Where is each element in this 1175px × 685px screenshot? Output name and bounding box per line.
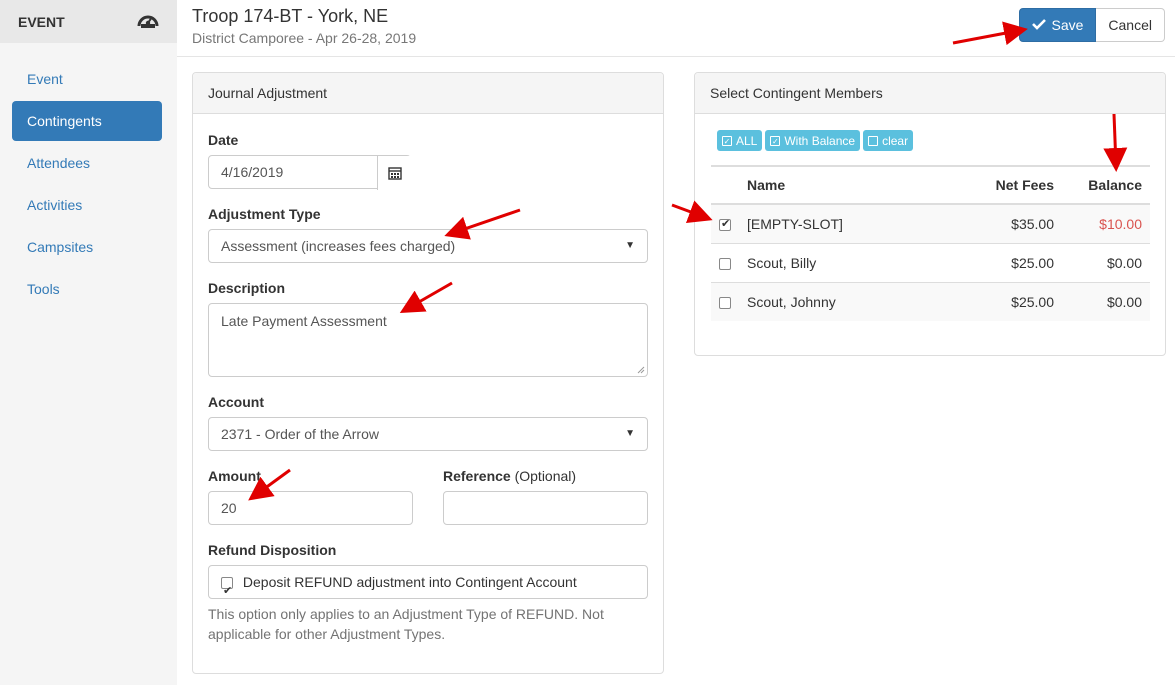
date-label: Date xyxy=(208,132,239,148)
amount-label: Amount xyxy=(208,468,261,484)
row-checkbox[interactable] xyxy=(719,217,731,232)
reference-input[interactable] xyxy=(443,491,648,525)
caret-down-icon: ▼ xyxy=(625,428,635,439)
reference-label-text: Reference xyxy=(443,468,511,484)
refund-checkbox-label: Deposit REFUND adjustment into Contingen… xyxy=(242,574,577,590)
caret-down-icon: ▼ xyxy=(625,240,635,251)
adjustment-type-value: Assessment (increases fees charged) xyxy=(221,238,456,254)
member-name: Scout, Billy xyxy=(739,242,934,282)
account-label: Account xyxy=(208,394,264,410)
selection-chips: ✓ ALL ✓ With Balance clear xyxy=(717,130,916,151)
page-title: Troop 174-BT - York, NE xyxy=(192,6,389,26)
sidebar-item-event[interactable]: Event xyxy=(12,59,162,99)
member-balance: $0.00 xyxy=(1062,242,1150,282)
page-header: Troop 174-BT - York, NE District Campore… xyxy=(177,0,1175,57)
description-value: Late Payment Assessment xyxy=(221,313,387,329)
select-all-chip[interactable]: ✓ ALL xyxy=(717,130,763,151)
balance-column-header[interactable]: Balance xyxy=(1062,165,1150,205)
dashboard-gauge-icon[interactable] xyxy=(137,11,159,32)
sidebar-nav: Event Contingents Attendees Activities C… xyxy=(0,43,177,309)
adjustment-type-select[interactable]: Assessment (increases fees charged) ▼ xyxy=(208,229,648,263)
table-row[interactable]: [EMPTY-SLOT] $35.00 $10.00 xyxy=(711,203,1150,243)
sidebar-item-attendees[interactable]: Attendees xyxy=(12,143,162,183)
journal-adjustment-heading: Journal Adjustment xyxy=(193,73,663,114)
journal-adjustment-panel: Journal Adjustment Date 4/16/2019 Adjust… xyxy=(192,72,664,674)
reference-optional-text: (Optional) xyxy=(514,468,577,484)
member-net-fees: $35.00 xyxy=(933,203,1062,243)
table-row[interactable]: Scout, Billy $25.00 $0.00 xyxy=(711,242,1150,282)
contingent-members-heading: Select Contingent Members xyxy=(695,73,1165,114)
table-row[interactable]: Scout, Johnny $25.00 $0.00 xyxy=(711,281,1150,321)
checkbox-empty-icon xyxy=(868,135,879,146)
date-input-group: 4/16/2019 xyxy=(208,155,411,190)
select-column-header xyxy=(711,165,739,205)
cancel-button[interactable]: Cancel xyxy=(1096,8,1165,42)
select-all-label: ALL xyxy=(736,133,758,148)
refund-disposition-label: Refund Disposition xyxy=(208,542,337,558)
refund-checkbox-row[interactable]: Deposit REFUND adjustment into Contingen… xyxy=(208,565,648,607)
save-button-label: Save xyxy=(1051,17,1084,33)
select-with-balance-label: With Balance xyxy=(784,133,856,148)
sidebar: EVENT Event Contingents Attendees Activi… xyxy=(0,0,177,685)
member-net-fees: $25.00 xyxy=(933,242,1062,282)
calendar-icon[interactable] xyxy=(377,156,411,190)
sidebar-item-activities[interactable]: Activities xyxy=(12,185,162,225)
page-subtitle: District Camporee - Apr 26-28, 2019 xyxy=(192,30,417,46)
sidebar-item-contingents[interactable]: Contingents xyxy=(12,101,162,141)
clear-selection-label: clear xyxy=(882,133,909,148)
member-balance: $10.00 xyxy=(1062,203,1150,243)
reference-label: Reference (Optional) xyxy=(443,468,576,484)
member-balance: $0.00 xyxy=(1062,281,1150,321)
sidebar-item-campsites[interactable]: Campsites xyxy=(12,227,162,267)
action-button-group: Save Cancel xyxy=(1019,8,1165,42)
name-column-header[interactable]: Name xyxy=(739,165,934,205)
checkbox-checked-icon: ✓ xyxy=(770,135,781,146)
date-input[interactable]: 4/16/2019 xyxy=(221,164,283,180)
amount-value: 20 xyxy=(221,500,237,516)
net-fees-column-header[interactable]: Net Fees xyxy=(933,165,1062,205)
description-textarea[interactable]: Late Payment Assessment xyxy=(208,303,648,377)
member-net-fees: $25.00 xyxy=(933,281,1062,321)
sidebar-item-tools[interactable]: Tools xyxy=(12,269,162,309)
checkbox-checked-icon: ✓ xyxy=(722,135,732,146)
sidebar-title: EVENT xyxy=(18,13,65,30)
account-select[interactable]: 2371 - Order of the Arrow ▼ xyxy=(208,417,648,451)
members-table: Name Net Fees Balance [EMPTY-SLOT] $35.0… xyxy=(711,165,1150,321)
check-icon xyxy=(1032,17,1047,33)
refund-checkbox[interactable] xyxy=(221,575,233,607)
select-with-balance-chip[interactable]: ✓ With Balance xyxy=(765,130,861,151)
save-button[interactable]: Save xyxy=(1019,8,1097,42)
contingent-members-panel: Select Contingent Members ✓ ALL ✓ With B… xyxy=(694,72,1166,356)
member-name: Scout, Johnny xyxy=(739,281,934,321)
sidebar-header: EVENT xyxy=(0,0,177,43)
clear-selection-chip[interactable]: clear xyxy=(863,130,914,151)
row-checkbox[interactable] xyxy=(719,257,731,270)
member-name: [EMPTY-SLOT] xyxy=(739,203,934,243)
refund-help-text: This option only applies to an Adjustmen… xyxy=(208,606,604,642)
amount-input[interactable]: 20 xyxy=(208,491,413,525)
account-value: 2371 - Order of the Arrow xyxy=(221,426,379,442)
adjustment-type-label: Adjustment Type xyxy=(208,206,321,222)
description-label: Description xyxy=(208,280,286,296)
resize-handle-icon[interactable] xyxy=(637,366,645,374)
table-header-row: Name Net Fees Balance xyxy=(711,165,1150,205)
row-checkbox[interactable] xyxy=(719,297,731,310)
